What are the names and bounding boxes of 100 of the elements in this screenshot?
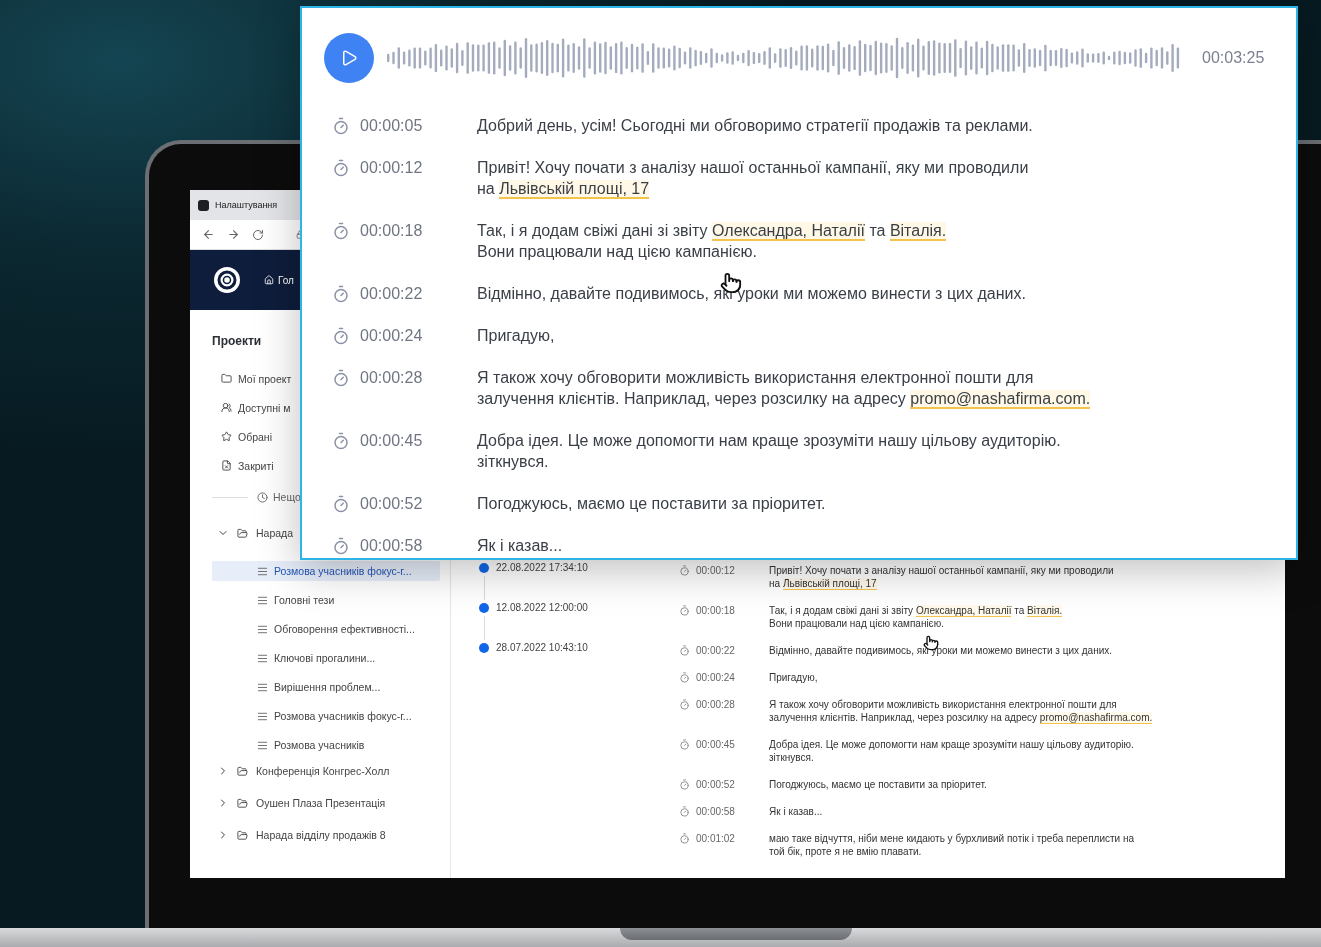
timestamp[interactable]: 00:00:52 — [696, 778, 735, 791]
stopwatch-icon — [679, 605, 690, 616]
stopwatch-icon — [332, 158, 350, 177]
folder-icon — [237, 797, 248, 809]
timestamp[interactable]: 00:00:18 — [696, 604, 735, 617]
audio-duration: 00:03:25 — [1202, 49, 1265, 67]
document-item[interactable]: Розмова учасників фокус-г... — [212, 706, 440, 726]
home-nav-link[interactable]: Гол — [264, 274, 294, 286]
sidebar-item[interactable]: Обрані — [221, 422, 272, 451]
timestamp[interactable]: 00:00:24 — [360, 325, 423, 346]
folder-item[interactable]: Нарада — [212, 514, 294, 552]
document-lines-icon — [257, 623, 268, 635]
timestamp[interactable]: 00:00:58 — [696, 805, 735, 818]
stopwatch-icon — [332, 368, 350, 387]
stopwatch-icon — [679, 739, 690, 750]
folder-item[interactable]: Нарада відділу продажів 8 — [212, 819, 386, 851]
stopwatch-icon — [679, 779, 690, 790]
timestamp[interactable]: 00:00:12 — [360, 157, 423, 178]
transcript-text: Так, і я додам свіжі дані зі звіту Олександра, Наталії та Віталія. Вони працювали над цією кампанією. — [769, 604, 1063, 630]
transcript-text: Погоджуюсь, маємо це поставити за пріоритет. — [477, 494, 826, 514]
folder-item[interactable]: Конференція Конгрес-Холл — [212, 755, 390, 787]
transcript-text: Добрий день, усім! Сьогодні ми обговоримо стратегії продажів та реклами. — [477, 116, 1033, 136]
timestamp[interactable]: 00:00:12 — [696, 564, 735, 577]
timestamp[interactable]: 00:00:52 — [360, 493, 423, 514]
version-date[interactable]: 22.08.2022 17:34:10 — [496, 562, 588, 573]
star-icon — [221, 431, 232, 442]
stopwatch-icon — [679, 806, 690, 817]
stopwatch-icon — [679, 645, 690, 656]
stopwatch-icon — [332, 494, 350, 513]
entity-highlight: Олександра, Наталії — [915, 605, 1012, 617]
users-icon — [221, 402, 232, 413]
stopwatch-icon — [332, 221, 350, 240]
timestamp[interactable]: 00:00:18 — [360, 220, 423, 241]
transcript-text: маю таке відчуття, ніби мене кидають у бурхливий потік і треба переплисти на той бік, проте я не вмію плавати. — [769, 832, 1135, 858]
stopwatch-icon — [332, 326, 350, 345]
transcript-text: Привіт! Хочу почати з аналізу нашої останньої кампанії, яку ми проводили на Львівській площі, 17 — [769, 564, 1114, 590]
transcript-text: Я також хочу обговорити можливість використання електронної пошти для залучення клієнтів. Наприклад, через розсилку на адресу promo@nashafirma.com. — [769, 698, 1153, 724]
logo-icon — [212, 265, 242, 295]
document-item[interactable]: Вирішення проблем... — [212, 677, 440, 697]
play-button[interactable] — [324, 33, 374, 83]
document-item[interactable]: Ключові прогалини... — [212, 648, 440, 668]
timestamp[interactable]: 00:00:22 — [696, 644, 735, 657]
timestamp[interactable]: 00:00:58 — [360, 535, 423, 556]
stopwatch-icon — [332, 536, 350, 555]
timestamp[interactable]: 00:00:28 — [360, 367, 423, 388]
entity-highlight: Олександра, Наталії — [712, 222, 865, 241]
stopwatch-icon — [332, 284, 350, 303]
entity-highlight: Львівській площі, 17 — [499, 180, 650, 199]
transcript-text: Пригадую, — [477, 326, 555, 346]
folder-icon — [237, 527, 248, 539]
timestamp[interactable]: 00:00:28 — [696, 698, 735, 711]
browser-tab[interactable]: Налаштування — [198, 190, 278, 220]
back-icon[interactable] — [202, 228, 215, 241]
document-lines-icon — [257, 739, 268, 751]
clock-icon — [257, 491, 268, 503]
stopwatch-icon — [332, 431, 350, 450]
transcript-text: Так, і я додам свіжі дані зі звіту Олександра, Наталії та Віталія. Вони працювали над цією кампанією. — [477, 221, 947, 262]
timestamp[interactable]: 00:00:45 — [360, 430, 423, 451]
reload-icon[interactable] — [252, 228, 264, 241]
document-item[interactable]: Розмова учасників фокус-г... — [212, 561, 440, 581]
transcript-text: Погоджуюсь, маємо це поставити за пріоритет. — [769, 778, 987, 791]
version-date[interactable]: 12.08.2022 12:00:00 — [496, 602, 588, 613]
forward-icon[interactable] — [227, 228, 240, 241]
version-date[interactable]: 28.07.2022 10:43:10 — [496, 642, 588, 653]
sidebar-item[interactable]: Мої проект — [221, 364, 292, 393]
document-lines-icon — [257, 710, 268, 722]
entity-highlight: Віталія. — [889, 222, 947, 241]
timestamp[interactable]: 00:01:02 — [696, 832, 735, 845]
stopwatch-icon — [679, 565, 690, 576]
document-item[interactable]: Розмова учасників — [212, 735, 440, 755]
entity-highlight: promo@nashafirma.com. — [910, 390, 1091, 409]
folder-icon — [237, 765, 248, 777]
folder-icon — [237, 829, 248, 841]
entity-highlight: Львівській площі, 17 — [782, 578, 877, 590]
folder-item[interactable]: Оушен Плаза Презентація — [212, 787, 386, 819]
sidebar-item[interactable]: Доступні м — [221, 393, 291, 422]
stopwatch-icon — [679, 699, 690, 710]
folder-icon — [221, 373, 232, 384]
file-icon — [221, 460, 232, 471]
stopwatch-icon — [679, 833, 690, 844]
transcript-text: Привіт! Хочу почати з аналізу нашої останньої кампанії, яку ми проводили на Львівській площі, 17 — [477, 158, 1029, 199]
document-lines-icon — [257, 681, 268, 693]
document-lines-icon — [257, 565, 268, 577]
document-item[interactable]: Головні тези — [212, 590, 440, 610]
transcript-text: Як і казав... — [769, 805, 823, 818]
timestamp[interactable]: 00:00:05 — [360, 115, 423, 136]
version-dot — [479, 643, 489, 653]
entity-highlight: Віталія. — [1027, 605, 1063, 617]
timestamp[interactable]: 00:00:22 — [360, 283, 423, 304]
home-icon — [264, 275, 274, 285]
version-dot — [479, 603, 489, 613]
timestamp[interactable]: 00:00:24 — [696, 671, 735, 684]
document-item[interactable]: Обговорення ефективності... — [212, 619, 440, 639]
sidebar-item[interactable]: Закриті — [221, 451, 274, 480]
transcript-text: Як і казав... — [477, 536, 563, 556]
transcript-text: Добра ідея. Це може допомогти нам краще зрозуміти нашу цільову аудиторію. зіткнувся. — [477, 431, 1061, 472]
transcript-text: Добра ідея. Це може допомогти нам краще зрозуміти нашу цільову аудиторію. зіткнувся. — [769, 738, 1134, 764]
timestamp[interactable]: 00:00:45 — [696, 738, 735, 751]
transcript-text: Я також хочу обговорити можливість використання електронної пошти для залучення клієнтів. Наприклад, через розсилку на адресу promo@nashafirma.com. — [477, 368, 1091, 409]
play-icon — [340, 49, 358, 67]
